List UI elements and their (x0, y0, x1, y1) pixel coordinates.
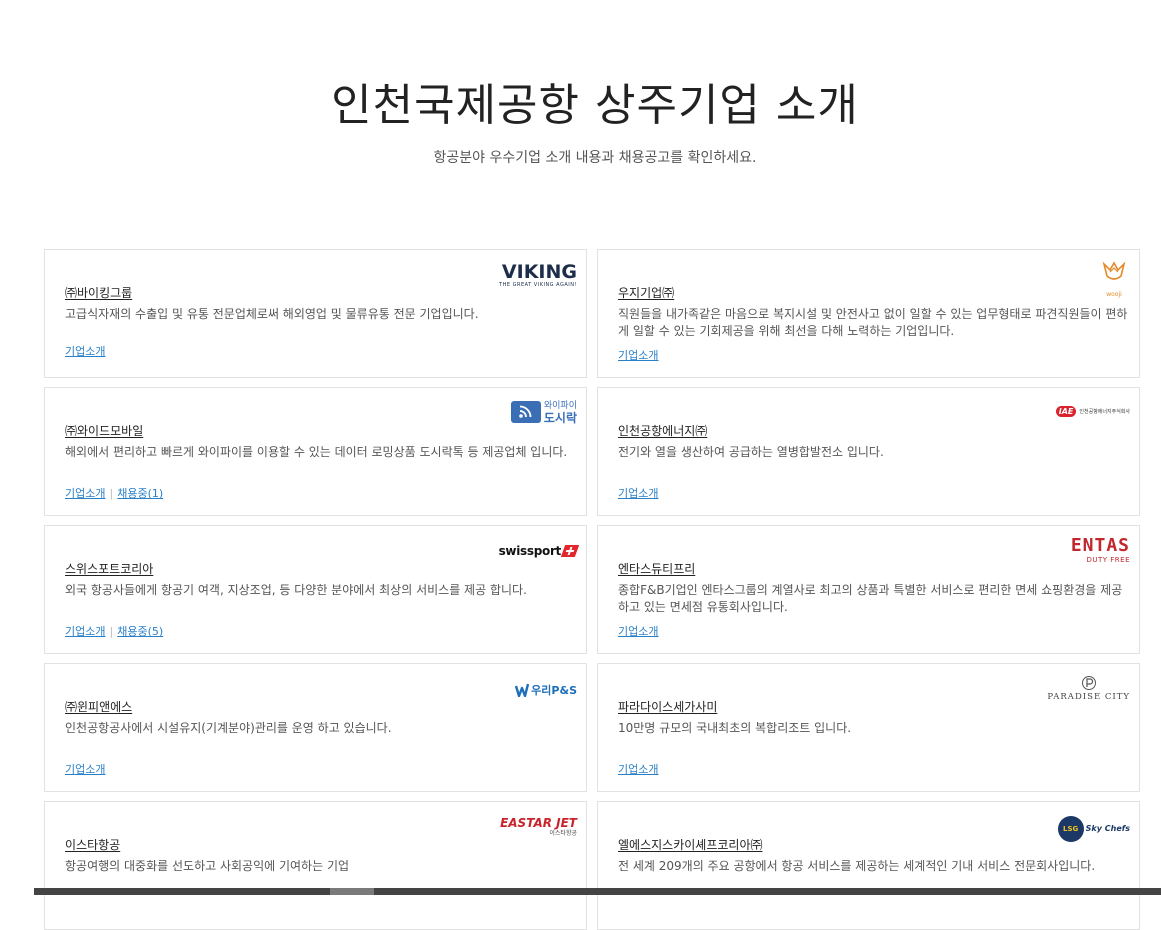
iae-logo-icon: IAE 인천공항에너지주식회사 (1055, 406, 1130, 417)
company-card: 우리P&S ㈜윈피앤에스 인천공항공사에서 시설유지(기계분야)관리를 운영 하… (44, 663, 587, 792)
company-name[interactable]: 엘에스지스카이셰프코리아㈜ (618, 836, 762, 854)
horizontal-scrollbar[interactable] (34, 888, 1161, 895)
company-intro-link[interactable]: 기업소개 (618, 487, 658, 500)
entas-logo-icon: ENTAS DUTY FREE (1071, 536, 1130, 565)
company-description: 전 세계 209개의 주요 공항에서 항공 서비스를 제공하는 세계적인 기내 … (618, 859, 1096, 873)
company-description: 종합F&B기업인 엔타스그룹의 계열사로 최고의 상품과 특별한 서비스로 편리… (618, 583, 1123, 614)
company-links: 기업소개 (65, 762, 105, 778)
company-description: 10만명 규모의 국내최초의 복합리조트 입니다. (618, 721, 852, 735)
logo-main-text: 도시락 (543, 411, 577, 425)
company-links: 기업소개 | 채용중(5) (65, 624, 163, 640)
company-card: LSG Sky Chefs 엘에스지스카이셰프코리아㈜ 전 세계 209개의 주… (597, 801, 1140, 930)
company-links: 기업소개 (618, 348, 658, 364)
company-name[interactable]: 이스타항공 (65, 836, 120, 854)
logo-sub-text: DUTY FREE (1086, 556, 1130, 564)
logo-main-text: EASTAR JET (500, 816, 577, 830)
paradise-emblem-icon (1081, 676, 1096, 690)
company-intro-link[interactable]: 기업소개 (65, 763, 105, 776)
logo-main-text: IAE (1055, 406, 1077, 417)
company-card: PARADISE CITY 파라다이스세가사미 10만명 규모의 국내최초의 복… (597, 663, 1140, 792)
logo-main-text: PARADISE CITY (1047, 692, 1130, 702)
lsg-logo-icon: LSG Sky Chefs (1057, 816, 1130, 842)
company-name[interactable]: 파라다이스세가사미 (618, 698, 717, 716)
company-description: 전기와 열을 생산하여 공급하는 열병합발전소 입니다. (618, 445, 884, 459)
eastar-logo-icon: EASTAR JET 이스타항공 (500, 816, 577, 838)
company-card: swissport 스위스포트코리아 외국 항공사들에게 항공기 여객, 지상조… (44, 525, 587, 654)
company-card: wooji 우지기업㈜ 직원들을 내가족같은 마음으로 복지시설 및 안전사고 … (597, 249, 1140, 378)
company-name[interactable]: ㈜바이킹그룹 (65, 284, 132, 302)
company-intro-link[interactable]: 기업소개 (618, 349, 658, 362)
logo-main-text: 우리P&S (531, 684, 577, 697)
company-description: 고급식자재의 수출입 및 유통 전문업체로써 해외영업 및 물류유통 전문 기업… (65, 307, 479, 321)
company-links: 기업소개 (65, 344, 105, 360)
company-description: 해외에서 편리하고 빠르게 와이파이를 이용할 수 있는 데이터 로밍상품 도시… (65, 445, 568, 459)
logo-main-text: swissport (498, 544, 562, 558)
link-separator: | (109, 625, 114, 638)
company-links: 기업소개 | 채용중(1) (65, 486, 163, 502)
company-card: 와이파이 도시락 ㈜와이드모바일 해외에서 편리하고 빠르게 와이파이를 이용할… (44, 387, 587, 516)
logo-sub-text: 이스타항공 (549, 830, 577, 837)
company-name[interactable]: ㈜윈피앤에스 (65, 698, 132, 716)
dosirak-logo: 와이파이 도시락 (510, 400, 577, 425)
link-separator: | (109, 487, 114, 500)
company-intro-link[interactable]: 기업소개 (65, 487, 105, 500)
company-recruit-link[interactable]: 채용중(1) (117, 487, 163, 500)
company-card: EASTAR JET 이스타항공 이스타항공 항공여행의 대중화를 선도하고 사… (44, 801, 587, 930)
company-name[interactable]: 스위스포트코리아 (65, 560, 153, 578)
wifi-icon (510, 401, 541, 423)
company-name[interactable]: 우지기업㈜ (618, 284, 674, 302)
logo-sub-text: LSG (1057, 816, 1084, 842)
swissport-plus-icon (560, 545, 580, 557)
logo-main-text: Sky Chefs (1085, 824, 1130, 833)
logo-main-text: VIKING (501, 261, 577, 283)
company-description: 인천공항공사에서 시설유지(기계분야)관리를 운영 하고 있습니다. (65, 721, 392, 735)
company-description: 항공여행의 대중화를 선도하고 사회공익에 기여하는 기업 (65, 859, 350, 873)
company-recruit-link[interactable]: 채용중(5) (117, 625, 163, 638)
paradise-logo-icon: PARADISE CITY (1047, 676, 1130, 702)
logo-main-text: wooji (1106, 291, 1122, 298)
company-grid: VIKING THE GREAT VIKING AGAIN! ㈜바이킹그룹 고급… (44, 249, 1140, 930)
logo-sub-text: 인천공항에너지주식회사 (1079, 409, 1130, 415)
company-intro-link[interactable]: 기업소개 (618, 625, 658, 638)
logo-main-text: ENTAS (1070, 535, 1130, 556)
company-links: 기업소개 (618, 624, 658, 640)
scrollbar-thumb[interactable] (330, 888, 374, 895)
page-subtitle: 항공분야 우수기업 소개 내용과 채용공고를 확인하세요. (433, 150, 757, 166)
company-card: IAE 인천공항에너지주식회사 인천공항에너지㈜ 전기와 열을 생산하여 공급하… (597, 387, 1140, 516)
viking-logo-icon: VIKING THE GREAT VIKING AGAIN! (499, 262, 577, 288)
company-description: 직원들을 내가족같은 마음으로 복지시설 및 안전사고 없이 일할 수 있는 업… (618, 307, 1128, 338)
swissport-logo: swissport (498, 544, 580, 558)
company-name[interactable]: 엔타스듀티프리 (618, 560, 695, 578)
company-description: 외국 항공사들에게 항공기 여객, 지상조업, 등 다양한 분야에서 최상의 서… (65, 583, 527, 597)
company-card: VIKING THE GREAT VIKING AGAIN! ㈜바이킹그룹 고급… (44, 249, 587, 378)
company-card: ENTAS DUTY FREE 엔타스듀티프리 종합F&B기업인 엔타스그룹의 … (597, 525, 1140, 654)
company-links: 기업소개 (618, 762, 658, 778)
woori-logo: 우리P&S (515, 682, 577, 698)
woori-logo-icon (515, 683, 530, 697)
company-name[interactable]: ㈜와이드모바일 (65, 422, 143, 440)
company-intro-link[interactable]: 기업소개 (618, 763, 658, 776)
company-intro-link[interactable]: 기업소개 (65, 345, 105, 358)
page-title: 인천국제공항 상주기업 소개 (331, 80, 859, 131)
company-name[interactable]: 인천공항에너지㈜ (618, 422, 707, 440)
company-links: 기업소개 (618, 486, 658, 502)
company-intro-link[interactable]: 기업소개 (65, 625, 105, 638)
wooji-logo-icon: wooji (1101, 260, 1127, 298)
logo-sub-text: THE GREAT VIKING AGAIN! (499, 282, 577, 288)
